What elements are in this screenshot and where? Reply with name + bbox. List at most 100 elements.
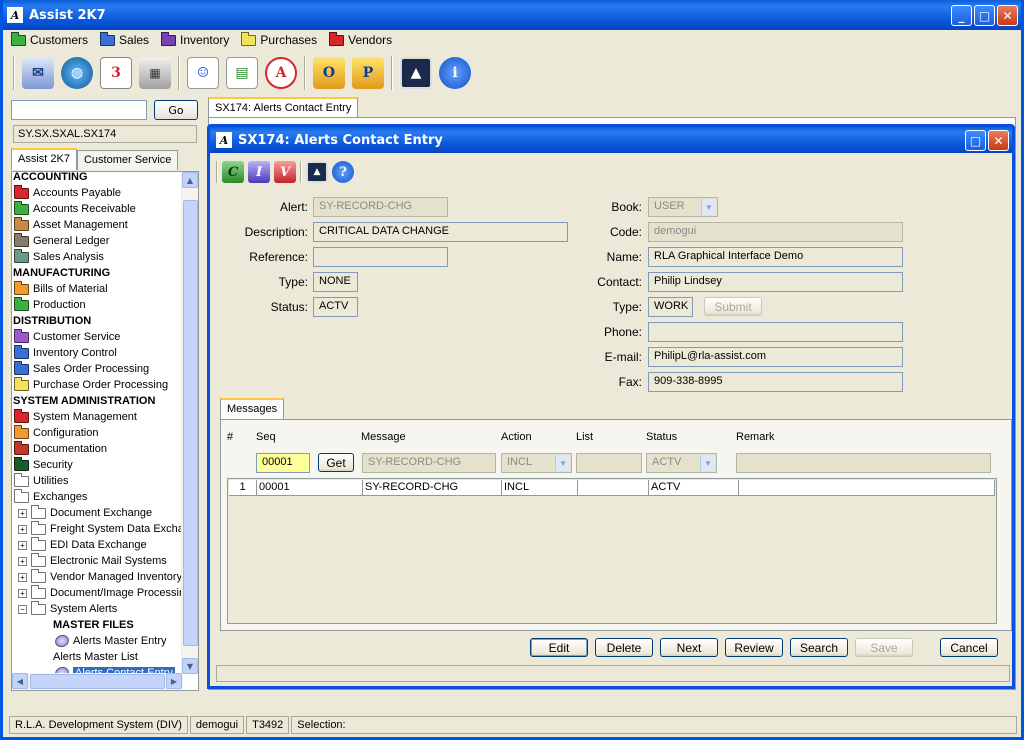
expand-icon[interactable]: +: [18, 556, 27, 566]
outlook-icon[interactable]: O: [313, 57, 345, 89]
tree-item-documentation[interactable]: Documentation: [14, 440, 107, 457]
contact-field[interactable]: Philip Lindsey: [648, 272, 903, 292]
action-select[interactable]: INCL ▼: [501, 453, 572, 473]
tree-item-inventory-control[interactable]: Inventory Control: [14, 344, 117, 361]
reference-field[interactable]: [313, 247, 448, 267]
tree-item-document-image-processin[interactable]: + Document/Image Processin: [18, 584, 185, 601]
expand-icon[interactable]: +: [18, 524, 27, 534]
publisher-icon[interactable]: P: [352, 57, 384, 89]
tree-item-electronic-mail-systems[interactable]: + Electronic Mail Systems: [18, 552, 167, 569]
contact-type-field[interactable]: WORK: [648, 297, 693, 317]
description-field[interactable]: CRITICAL DATA CHANGE: [313, 222, 568, 242]
phone-field[interactable]: [648, 322, 903, 342]
tree-item-general-ledger[interactable]: General Ledger: [14, 232, 109, 249]
save-button[interactable]: Save: [855, 638, 913, 657]
tree-item-exchanges[interactable]: Exchanges: [14, 488, 87, 505]
form-close-button[interactable]: ✕: [988, 130, 1009, 151]
tree-item-alerts-master-list[interactable]: Alerts Master List: [53, 649, 138, 665]
tree-item-configuration[interactable]: Configuration: [14, 424, 98, 441]
calculator-icon[interactable]: ▦: [139, 57, 171, 89]
seq-input[interactable]: 00001: [256, 453, 310, 473]
command-input[interactable]: [11, 100, 147, 120]
contact-card-icon[interactable]: ☺: [187, 57, 219, 89]
tree-item-bills-of-material[interactable]: Bills of Material: [14, 280, 108, 297]
submit-button[interactable]: Submit: [704, 297, 762, 316]
expand-icon[interactable]: +: [18, 588, 27, 598]
tree-item-system-management[interactable]: System Management: [14, 408, 137, 425]
table-row[interactable]: 1 00001 SY-RECORD-CHG INCL ACTV: [229, 480, 995, 496]
edit-button[interactable]: Edit: [530, 638, 588, 657]
delete-button[interactable]: Delete: [595, 638, 653, 657]
picture-icon[interactable]: ▲: [306, 161, 328, 183]
tree-item-sales-order-processing[interactable]: Sales Order Processing: [14, 360, 149, 377]
collapse-icon[interactable]: −: [18, 604, 27, 614]
tree-item-accounts-receivable[interactable]: Accounts Receivable: [14, 200, 136, 217]
info-icon[interactable]: i: [439, 57, 471, 89]
horizontal-scroll-thumb[interactable]: [30, 674, 165, 689]
scroll-left-button[interactable]: ◀: [12, 673, 28, 689]
close-button[interactable]: ✕: [997, 5, 1018, 26]
expand-icon[interactable]: +: [18, 540, 27, 550]
menu-vendors[interactable]: Vendors: [329, 31, 392, 47]
void-v-icon[interactable]: V: [274, 161, 296, 183]
review-button[interactable]: Review: [725, 638, 783, 657]
expand-icon[interactable]: +: [18, 572, 27, 582]
tree-item-sales-analysis[interactable]: Sales Analysis: [14, 248, 104, 265]
scroll-right-button[interactable]: ▶: [166, 673, 182, 689]
tree-item-production[interactable]: Production: [14, 296, 86, 313]
insert-i-icon[interactable]: I: [248, 161, 270, 183]
tree-item-freight-system-data-excha[interactable]: + Freight System Data Excha: [18, 520, 184, 537]
menu-inventory[interactable]: Inventory: [161, 31, 229, 47]
tree-item-vendor-managed-inventory[interactable]: + Vendor Managed Inventory: [18, 568, 182, 585]
tab-messages[interactable]: Messages: [220, 398, 285, 420]
tree-item-system-alerts[interactable]: − System Alerts: [18, 600, 117, 617]
help-icon[interactable]: ?: [332, 161, 354, 183]
name-field[interactable]: RLA Graphical Interface Demo: [648, 247, 903, 267]
mail-icon[interactable]: ✉: [22, 57, 54, 89]
status-select[interactable]: ACTV ▼: [646, 453, 717, 473]
menu-sales[interactable]: Sales: [100, 31, 149, 47]
get-button[interactable]: Get: [318, 453, 354, 472]
grid-cell-message: SY-RECORD-CHG: [363, 480, 502, 496]
expand-icon[interactable]: +: [18, 508, 27, 518]
maximize-button[interactable]: □: [974, 5, 995, 26]
tree-item-purchase-order-processing[interactable]: Purchase Order Processing: [14, 376, 168, 393]
form-maximize-button[interactable]: □: [965, 130, 986, 151]
search-button[interactable]: Search: [790, 638, 848, 657]
scroll-thumb[interactable]: [183, 200, 198, 646]
tab-alerts-contact-entry[interactable]: SX174: Alerts Contact Entry: [208, 97, 359, 117]
tree-item-document-exchange[interactable]: + Document Exchange: [18, 504, 152, 521]
menu-purchases[interactable]: Purchases: [241, 31, 317, 47]
tree-item-edi-data-exchange[interactable]: + EDI Data Exchange: [18, 536, 147, 553]
tree-item-utilities[interactable]: Utilities: [14, 472, 69, 489]
fax-field[interactable]: 909-338-8995: [648, 372, 903, 392]
acrobat-icon[interactable]: A: [265, 57, 297, 89]
tab-customer-service[interactable]: Customer Service: [76, 150, 179, 170]
tree-item-label: Utilities: [33, 475, 69, 487]
tab-assist-2k7[interactable]: Assist 2K7: [11, 148, 77, 170]
next-button[interactable]: Next: [660, 638, 718, 657]
chevron-down-icon: ▼: [555, 455, 570, 471]
calendar-icon[interactable]: 3: [100, 57, 132, 89]
cancel-button[interactable]: Cancel: [940, 638, 998, 657]
email-field[interactable]: PhilipL@rla-assist.com: [648, 347, 903, 367]
status-field[interactable]: ACTV: [313, 297, 358, 317]
tree-item-asset-management[interactable]: Asset Management: [14, 216, 128, 233]
tree-item-alerts-master-entry[interactable]: Alerts Master Entry: [53, 632, 167, 650]
globe-icon[interactable]: ◍: [61, 57, 93, 89]
tree-horizontal-scrollbar[interactable]: ◀ ▶: [12, 673, 183, 690]
scroll-down-button[interactable]: ▼: [182, 658, 198, 674]
menu-customers[interactable]: Customers: [11, 31, 88, 47]
copy-c-icon[interactable]: C: [222, 161, 244, 183]
tree-item-accounts-payable[interactable]: Accounts Payable: [14, 184, 121, 201]
spreadsheet-icon[interactable]: ▤: [226, 57, 258, 89]
type-field[interactable]: NONE: [313, 272, 358, 292]
go-button[interactable]: Go: [154, 100, 198, 120]
tree-item-security[interactable]: Security: [14, 456, 73, 473]
book-select[interactable]: USER ▼: [648, 197, 718, 217]
minimize-button[interactable]: _: [951, 5, 972, 26]
scroll-up-button[interactable]: ▲: [182, 172, 198, 188]
picture-icon[interactable]: ▲: [400, 57, 432, 89]
tree-vertical-scrollbar[interactable]: ▲ ▼: [181, 172, 198, 674]
tree-item-customer-service[interactable]: Customer Service: [14, 328, 120, 345]
